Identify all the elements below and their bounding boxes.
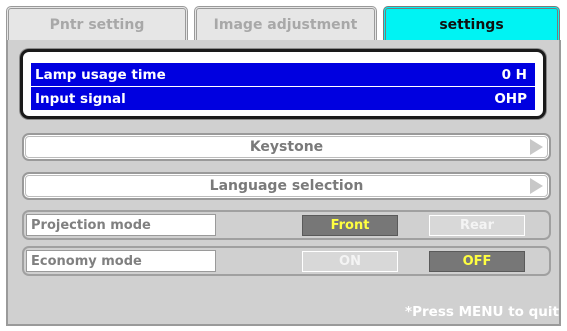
economy-off-option[interactable]: OFF (429, 251, 525, 272)
projection-mode-row: Projection mode Front Rear (22, 210, 551, 240)
input-signal-value: OHP (494, 90, 527, 107)
quit-hint: *Press MENU to quit (405, 304, 559, 320)
lamp-usage-row: Lamp usage time 0 H (31, 63, 535, 86)
tab-settings[interactable]: settings (383, 6, 560, 40)
projection-rear-option[interactable]: Rear (429, 215, 525, 236)
language-selection-label: Language selection (209, 178, 364, 194)
economy-mode-row: Economy mode ON OFF (22, 246, 551, 276)
keystone-label: Keystone (249, 139, 324, 155)
tab-image-adjustment[interactable]: Image adjustment (194, 6, 377, 40)
language-selection-button[interactable]: Language selection (22, 172, 551, 200)
projection-front-option[interactable]: Front (302, 215, 398, 236)
arrow-right-icon (530, 178, 543, 194)
input-signal-row: Input signal OHP (31, 87, 535, 110)
arrow-right-icon (530, 139, 543, 155)
input-signal-label: Input signal (35, 90, 126, 107)
settings-osd: Pntr setting Image adjustment settings L… (0, 0, 567, 331)
keystone-button[interactable]: Keystone (22, 133, 551, 161)
economy-on-option[interactable]: ON (302, 251, 398, 272)
info-box: Lamp usage time 0 H Input signal OHP (20, 49, 546, 119)
lamp-usage-label: Lamp usage time (35, 66, 166, 83)
lamp-usage-value: 0 H (501, 66, 527, 83)
tab-pntr-setting[interactable]: Pntr setting (6, 6, 188, 40)
economy-mode-label: Economy mode (26, 250, 216, 272)
projection-mode-label: Projection mode (26, 214, 216, 236)
